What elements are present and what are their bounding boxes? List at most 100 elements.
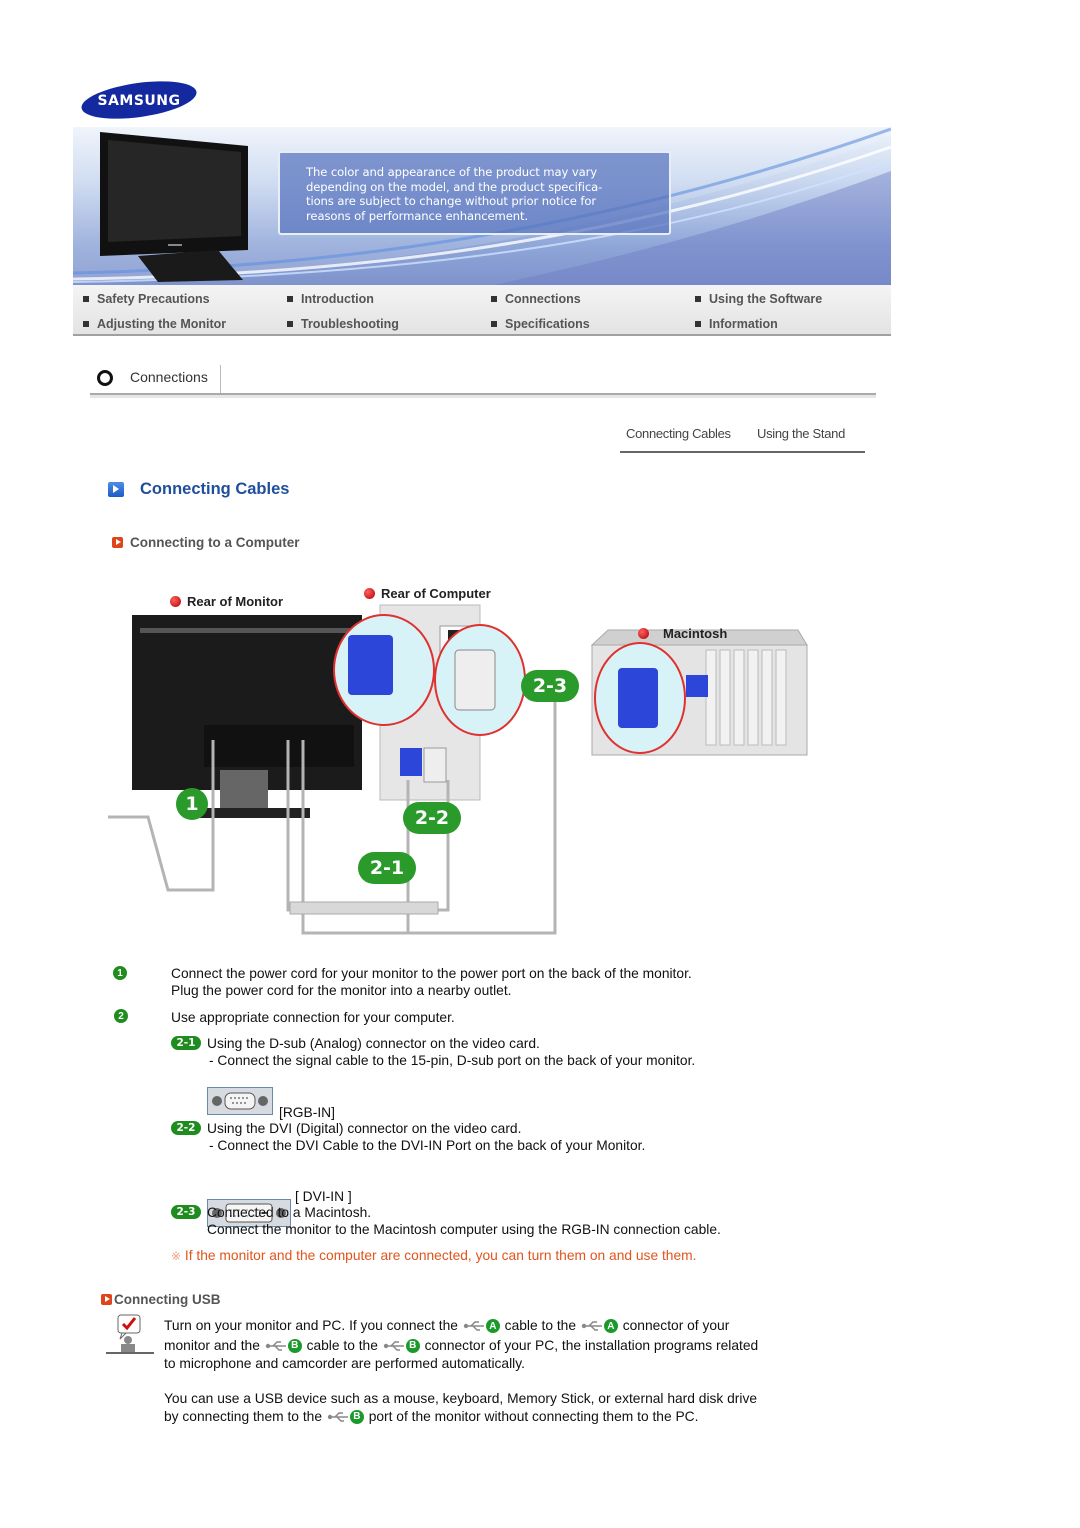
nav-label: Adjusting the Monitor (97, 317, 227, 331)
play-icon (112, 537, 123, 548)
nav-label: Troubleshooting (301, 317, 399, 331)
usb-a-icon: A (581, 1319, 618, 1334)
step-2-2-text: Using the DVI (Digital) connector on the… (207, 1120, 645, 1154)
rgb-in-port-icon (207, 1087, 273, 1115)
text-line: monitor and the B cable to the B connect… (164, 1336, 844, 1356)
monitor-image (98, 132, 278, 282)
text-line: - Connect the DVI Cable to the DVI-IN Po… (209, 1138, 646, 1153)
section-title: Connections (130, 369, 208, 385)
usb-paragraph-2: You can use a USB device such as a mouse… (164, 1390, 844, 1426)
divider (90, 395, 876, 398)
connection-diagram: Rear of Monitor Rear of Computer Macinto… (108, 580, 808, 940)
text-line: Connected to a Macintosh. (207, 1205, 372, 1220)
badge-2-1-inline: 2-1 (171, 1036, 201, 1050)
nav-label: Information (709, 317, 778, 331)
subtab-bar: Connecting Cables Using the Stand (620, 424, 865, 453)
bullet-icon (491, 321, 497, 327)
text-line: by connecting them to the B port of the … (164, 1408, 844, 1426)
samsung-logo: SAMSUNG (80, 80, 198, 120)
reference-mark-icon: ※ (171, 1249, 182, 1263)
label-text: Rear of Computer (381, 586, 491, 601)
label-rear-of-monitor: Rear of Monitor (170, 594, 283, 609)
nav-adjusting-the-monitor[interactable]: Adjusting the Monitor (83, 317, 226, 331)
product-notice: The color and appearance of the product … (278, 151, 671, 235)
nav-label: Safety Precautions (97, 292, 210, 306)
step-2-3-text: Connected to a Macintosh. Connect the mo… (207, 1204, 721, 1238)
bullet-icon (695, 296, 701, 302)
notice-line: reasons of performance enhancement. (306, 208, 529, 223)
text-span: connector of your PC, the installation p… (424, 1337, 759, 1353)
text-line: to microphone and camcorder are performe… (164, 1356, 525, 1371)
usb-letter: B (349, 1410, 364, 1425)
main-nav: Safety Precautions Introduction Connecti… (73, 285, 891, 336)
badge-1: 1 (176, 788, 208, 820)
nav-troubleshooting[interactable]: Troubleshooting (287, 317, 399, 331)
text-span: cable to the (306, 1337, 378, 1353)
badge-2-3-inline: 2-3 (171, 1205, 201, 1219)
usb-letter: A (485, 1319, 500, 1334)
notice-line: The color and appearance of the product … (306, 165, 598, 179)
nav-using-the-software[interactable]: Using the Software (695, 292, 822, 306)
dvi-in-label: [ DVI-IN ] (295, 1189, 352, 1204)
bullet-icon (491, 296, 497, 302)
play-icon (108, 482, 124, 497)
nav-introduction[interactable]: Introduction (287, 292, 374, 306)
notice-line: tions are subject to change without prio… (306, 194, 597, 209)
label-text: Macintosh (663, 626, 728, 641)
nav-information[interactable]: Information (695, 317, 778, 331)
text-line: Connect the monitor to the Macintosh com… (207, 1222, 721, 1237)
section-header: Connections (90, 364, 876, 398)
subheading-computer: Connecting to a Computer (112, 535, 300, 550)
text-line: Connect the power cord for your monitor … (171, 966, 692, 981)
red-dot-icon (170, 596, 181, 607)
step-2-text: Use appropriate connection for your comp… (171, 1010, 455, 1025)
usb-letter: B (287, 1338, 302, 1353)
subheading-text: Connecting to a Computer (130, 535, 300, 550)
bullet-icon (83, 296, 89, 302)
usb-paragraph-1: Turn on your monitor and PC. If you conn… (164, 1316, 844, 1372)
nav-specifications[interactable]: Specifications (491, 317, 590, 331)
step-2-1-text: Using the D-sub (Analog) connector on th… (207, 1035, 695, 1069)
usb-letter: B (405, 1338, 420, 1353)
text-line: Turn on your monitor and PC. If you conn… (164, 1316, 844, 1336)
label-macintosh: Macintosh (638, 626, 727, 641)
usb-b-icon: B (265, 1338, 302, 1353)
page-title: Connecting Cables (140, 480, 290, 498)
label-text: Rear of Monitor (187, 594, 284, 609)
red-dot-icon (364, 588, 375, 599)
note-text: If the monitor and the computer are conn… (184, 1248, 697, 1263)
text-span: port of the monitor without connecting t… (368, 1409, 699, 1424)
tab-using-the-stand[interactable]: Using the Stand (757, 426, 845, 441)
bullet-icon (83, 321, 89, 327)
bullet-icon (287, 321, 293, 327)
monitor-stand (220, 770, 268, 810)
text-line: Using the DVI (Digital) connector on the… (207, 1121, 522, 1136)
text-span: Turn on your monitor and PC. If you conn… (164, 1318, 458, 1333)
badge-2-2-inline: 2-2 (171, 1121, 201, 1135)
badge-2-1: 2-1 (358, 852, 416, 884)
text-span: monitor and the (164, 1337, 260, 1353)
text-line: Plug the power cord for the monitor into… (171, 983, 512, 998)
tab-connecting-cables[interactable]: Connecting Cables (626, 426, 731, 441)
bullet-icon (695, 321, 701, 327)
hero-banner: The color and appearance of the product … (73, 127, 891, 285)
bullet-icon (287, 296, 293, 302)
label-rear-of-computer: Rear of Computer (364, 586, 491, 601)
nav-label: Specifications (505, 317, 590, 331)
ring-icon (97, 370, 113, 386)
badge-2-3: 2-3 (521, 670, 579, 702)
checklist-person-icon (106, 1313, 154, 1355)
page-heading: Connecting Cables (108, 480, 289, 499)
usb-a-icon: A (463, 1319, 500, 1334)
nav-connections[interactable]: Connections (491, 292, 581, 306)
rgb-in-label: [RGB-IN] (279, 1105, 335, 1120)
notice-line: depending on the model, and the product … (306, 179, 603, 194)
usb-b-icon: B (327, 1410, 364, 1425)
nav-label: Connections (505, 292, 581, 306)
nav-safety-precautions[interactable]: Safety Precautions (83, 292, 210, 306)
text-line: Using the D-sub (Analog) connector on th… (207, 1036, 540, 1051)
text-span: by connecting them to the (164, 1409, 322, 1424)
connection-note: ※ If the monitor and the computer are co… (171, 1248, 696, 1263)
divider (220, 365, 221, 393)
step-1-badge: 1 (113, 966, 127, 980)
